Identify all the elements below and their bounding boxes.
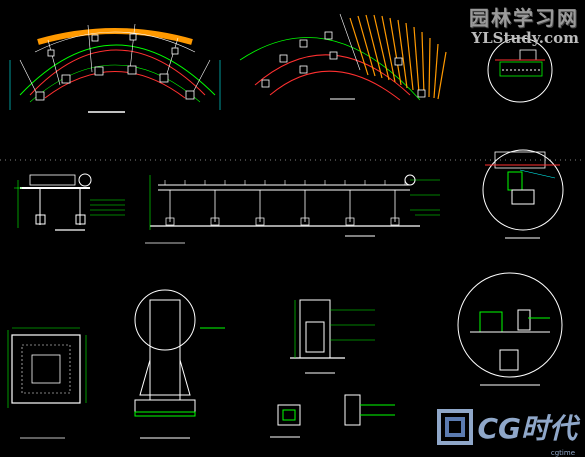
wall-section — [290, 299, 375, 374]
watermark-chinese: 园林学习网 — [469, 6, 579, 30]
elevation-long — [145, 174, 440, 244]
column-section — [134, 289, 225, 439]
watermark-sub: cgtime — [550, 449, 575, 457]
detail-circle-top — [487, 37, 553, 103]
elevation-left — [14, 173, 125, 231]
detail-circle-bottom — [457, 272, 563, 386]
cg-logo-icon — [437, 409, 474, 445]
arc-plan-right — [239, 13, 447, 101]
watermark-url: YLStudy.com — [471, 29, 579, 47]
watermark-bottom: CG时代 — [437, 407, 577, 447]
watermark-brand: CG时代 — [477, 412, 577, 445]
small-details — [270, 394, 395, 438]
column-plan-square — [7, 327, 87, 439]
detail-circle-mid — [482, 149, 564, 239]
watermark-top: 园林学习网 YLStudy.com — [469, 2, 579, 47]
cad-drawing-canvas — [0, 13, 585, 439]
arc-plan-left — [9, 23, 221, 113]
